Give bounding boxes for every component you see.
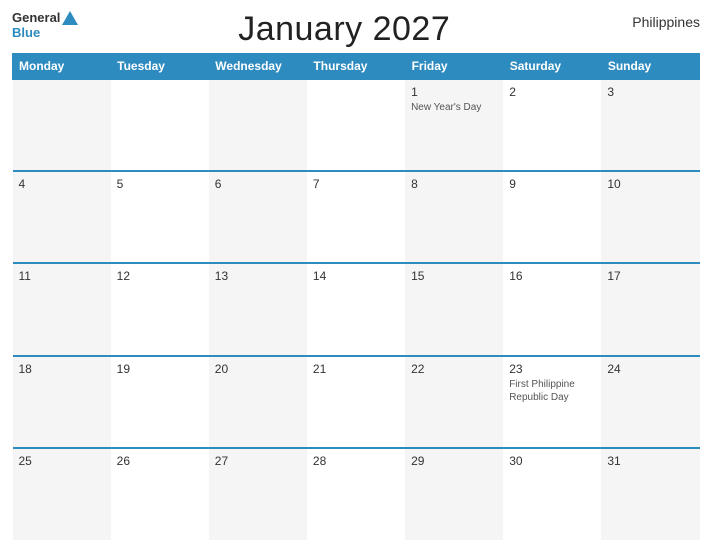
- day-number: 29: [411, 454, 497, 468]
- day-number: 30: [509, 454, 595, 468]
- calendar-page: General Blue January 2027 Philippines Mo…: [0, 0, 712, 550]
- col-header-wednesday: Wednesday: [209, 54, 307, 80]
- calendar-cell: 19: [111, 356, 209, 448]
- calendar-cell: 2: [503, 79, 601, 171]
- day-number: 11: [19, 269, 105, 283]
- calendar-week-row: 456789 10: [13, 171, 700, 263]
- calendar-header-row: MondayTuesdayWednesdayThursdayFridaySatu…: [13, 54, 700, 80]
- day-number: 23: [509, 362, 595, 376]
- calendar-cell: 1 New Year's Day: [405, 79, 503, 171]
- calendar-cell: 15: [405, 263, 503, 355]
- day-number: 15: [411, 269, 497, 283]
- calendar-cell: 28: [307, 448, 405, 540]
- calendar-header: General Blue January 2027 Philippines: [12, 10, 700, 49]
- calendar-cell: 30: [503, 448, 601, 540]
- calendar-cell: [209, 79, 307, 171]
- day-number: 2: [509, 85, 595, 99]
- day-number: 21: [313, 362, 399, 376]
- calendar-cell: 23 First Philippine Republic Day: [503, 356, 601, 448]
- logo-blue-text: Blue: [12, 25, 40, 40]
- calendar-cell: 8: [405, 171, 503, 263]
- day-number: 6: [215, 177, 301, 191]
- day-number: 3: [607, 85, 693, 99]
- calendar-cell: 31: [601, 448, 699, 540]
- calendar-cell: 10: [601, 171, 699, 263]
- calendar-cell: 16: [503, 263, 601, 355]
- logo-triangle-icon: [62, 11, 78, 25]
- day-number: 16: [509, 269, 595, 283]
- calendar-cell: 20: [209, 356, 307, 448]
- calendar-cell: 26: [111, 448, 209, 540]
- day-number: 20: [215, 362, 301, 376]
- day-number: 10: [607, 177, 693, 191]
- holiday-name: New Year's Day: [411, 101, 497, 114]
- day-number: 25: [19, 454, 105, 468]
- calendar-cell: 3: [601, 79, 699, 171]
- day-number: 1: [411, 85, 497, 99]
- col-header-sunday: Sunday: [601, 54, 699, 80]
- day-number: 14: [313, 269, 399, 283]
- calendar-week-row: 1 New Year's Day 23: [13, 79, 700, 171]
- calendar-cell: 14: [307, 263, 405, 355]
- calendar-cell: [13, 79, 111, 171]
- calendar-cell: 11: [13, 263, 111, 355]
- calendar-week-row: 11 12 13 14 15 16 17: [13, 263, 700, 355]
- calendar-cell: 21: [307, 356, 405, 448]
- calendar-table: MondayTuesdayWednesdayThursdayFridaySatu…: [12, 53, 700, 540]
- calendar-cell: 13: [209, 263, 307, 355]
- calendar-title: January 2027: [78, 10, 610, 49]
- calendar-cell: 29: [405, 448, 503, 540]
- calendar-cell: 17: [601, 263, 699, 355]
- col-header-saturday: Saturday: [503, 54, 601, 80]
- calendar-cell: 27: [209, 448, 307, 540]
- country-label: Philippines: [610, 10, 700, 30]
- calendar-cell: 6: [209, 171, 307, 263]
- calendar-cell: [307, 79, 405, 171]
- calendar-cell: 9: [503, 171, 601, 263]
- day-number: 22: [411, 362, 497, 376]
- calendar-cell: 22: [405, 356, 503, 448]
- col-header-friday: Friday: [405, 54, 503, 80]
- day-number: 24: [607, 362, 693, 376]
- calendar-cell: [111, 79, 209, 171]
- day-number: 18: [19, 362, 105, 376]
- calendar-week-row: 18 19 20 21 22 23 First Philippine Republic Da…: [13, 356, 700, 448]
- calendar-cell: 24: [601, 356, 699, 448]
- calendar-cell: 5: [111, 171, 209, 263]
- day-number: 19: [117, 362, 203, 376]
- col-header-monday: Monday: [13, 54, 111, 80]
- day-number: 5: [117, 177, 203, 191]
- day-number: 8: [411, 177, 497, 191]
- day-number: 12: [117, 269, 203, 283]
- calendar-title-block: January 2027: [78, 10, 610, 49]
- day-number: 31: [607, 454, 693, 468]
- day-number: 28: [313, 454, 399, 468]
- calendar-week-row: 25 26 27 28 29 30 31: [13, 448, 700, 540]
- day-number: 7: [313, 177, 399, 191]
- col-header-tuesday: Tuesday: [111, 54, 209, 80]
- calendar-cell: 25: [13, 448, 111, 540]
- calendar-cell: 4: [13, 171, 111, 263]
- day-number: 17: [607, 269, 693, 283]
- calendar-cell: 18: [13, 356, 111, 448]
- day-number: 26: [117, 454, 203, 468]
- day-number: 4: [19, 177, 105, 191]
- calendar-cell: 12: [111, 263, 209, 355]
- day-number: 13: [215, 269, 301, 283]
- col-header-thursday: Thursday: [307, 54, 405, 80]
- calendar-cell: 7: [307, 171, 405, 263]
- day-number: 27: [215, 454, 301, 468]
- holiday-name: First Philippine Republic Day: [509, 378, 595, 404]
- logo-general-text: General: [12, 10, 60, 25]
- logo: General Blue: [12, 10, 78, 40]
- day-number: 9: [509, 177, 595, 191]
